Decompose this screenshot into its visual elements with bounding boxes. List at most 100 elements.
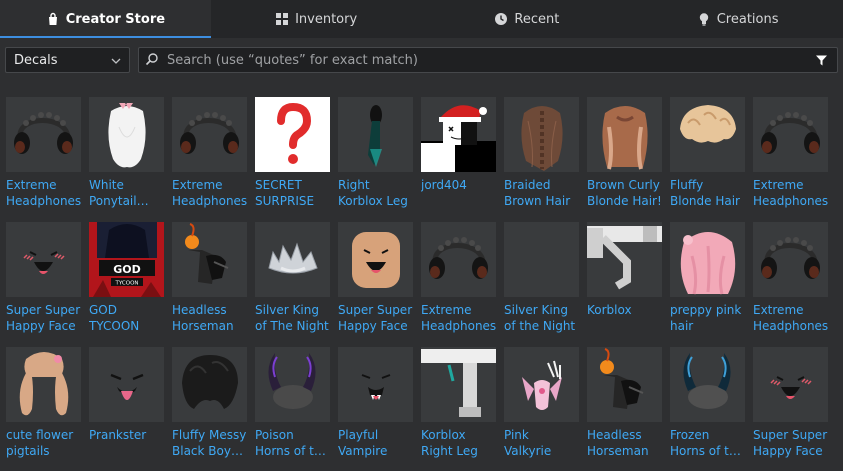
- asset-thumbnail: [587, 347, 662, 422]
- asset-card[interactable]: Silver King of The Night: [255, 222, 330, 334]
- asset-card[interactable]: Headless Horseman: [172, 222, 247, 334]
- asset-name[interactable]: Pink Valkyrie: [504, 427, 579, 459]
- asset-card[interactable]: Extreme Headphones: [172, 97, 247, 209]
- asset-card[interactable]: Extreme Headphones: [753, 97, 828, 209]
- asset-name[interactable]: SECRET SURPRISE: [255, 177, 330, 209]
- asset-card[interactable]: cute flower pigtails: [6, 347, 81, 459]
- asset-thumbnail: [89, 347, 164, 422]
- asset-name[interactable]: preppy pink hair: [670, 302, 745, 334]
- asset-card[interactable]: Playful Vampire: [338, 347, 413, 459]
- category-dropdown[interactable]: Decals: [5, 47, 130, 73]
- asset-thumbnail: [255, 97, 330, 172]
- asset-card[interactable]: Fluffy Messy Black Boy Hair: [172, 347, 247, 459]
- asset-name[interactable]: Braided Brown Hair: [504, 177, 579, 209]
- asset-name[interactable]: Korblox: [587, 302, 662, 334]
- asset-name[interactable]: Headless Horseman: [587, 427, 662, 459]
- search-toolbar: Decals: [5, 47, 838, 75]
- asset-name[interactable]: jord404: [421, 177, 496, 209]
- asset-name[interactable]: Silver King of the Night: [504, 302, 579, 334]
- asset-card[interactable]: jord404: [421, 97, 496, 209]
- asset-card[interactable]: Brown Curly Blonde Hair!: [587, 97, 662, 209]
- asset-name[interactable]: White Ponytail Hair: [89, 177, 164, 209]
- asset-thumbnail: [172, 347, 247, 422]
- lightbulb-icon: [697, 12, 711, 26]
- asset-tabs: Creator Store Inventory Recent Creations: [0, 0, 843, 38]
- asset-name[interactable]: Fluffy Blonde Hair: [670, 177, 745, 209]
- asset-thumbnail: [338, 97, 413, 172]
- tab-creations[interactable]: Creations: [632, 0, 843, 38]
- asset-card[interactable]: SECRET SURPRISE: [255, 97, 330, 209]
- asset-name[interactable]: Super Super Happy Face: [338, 302, 413, 334]
- category-value: Decals: [14, 52, 58, 68]
- asset-name[interactable]: Brown Curly Blonde Hair!: [587, 177, 662, 209]
- asset-card[interactable]: Right Korblox Leg: [338, 97, 413, 209]
- tab-creator-store[interactable]: Creator Store: [0, 0, 211, 38]
- asset-card[interactable]: preppy pink hair: [670, 222, 745, 334]
- asset-name[interactable]: Silver King of The Night: [255, 302, 330, 334]
- asset-card[interactable]: Poison Horns of the Night: [255, 347, 330, 459]
- search-input[interactable]: [159, 51, 811, 69]
- tab-label: Creations: [716, 11, 779, 27]
- asset-thumbnail: [753, 347, 828, 422]
- search-icon: [145, 51, 159, 70]
- tab-recent[interactable]: Recent: [422, 0, 633, 38]
- asset-card[interactable]: Korblox Right Leg: [421, 347, 496, 459]
- asset-thumbnail: [504, 97, 579, 172]
- asset-card[interactable]: Fluffy Blonde Hair: [670, 97, 745, 209]
- tab-inventory[interactable]: Inventory: [211, 0, 422, 38]
- asset-name[interactable]: Super Super Happy Face: [6, 302, 81, 334]
- asset-thumbnail: [338, 347, 413, 422]
- asset-thumbnail: [6, 347, 81, 422]
- asset-card[interactable]: Pink Valkyrie: [504, 347, 579, 459]
- asset-name[interactable]: Super Super Happy Face: [753, 427, 828, 459]
- asset-card[interactable]: Extreme Headphones: [421, 222, 496, 334]
- clock-icon: [494, 12, 508, 26]
- asset-card[interactable]: Korblox: [587, 222, 662, 334]
- asset-name[interactable]: Extreme Headphones: [6, 177, 81, 209]
- asset-name[interactable]: Poison Horns of the Night: [255, 427, 330, 459]
- asset-name[interactable]: Right Korblox Leg: [338, 177, 413, 209]
- asset-card[interactable]: Extreme Headphones: [753, 222, 828, 334]
- asset-thumbnail: [89, 97, 164, 172]
- filter-icon[interactable]: [811, 50, 831, 70]
- asset-card[interactable]: Frozen Horns of the Night: [670, 347, 745, 459]
- asset-name[interactable]: Prankster: [89, 427, 164, 459]
- asset-name[interactable]: Fluffy Messy Black Boy Hair: [172, 427, 247, 459]
- asset-thumbnail: [753, 97, 828, 172]
- asset-name[interactable]: Playful Vampire: [338, 427, 413, 459]
- asset-thumbnail: [504, 347, 579, 422]
- tab-label: Inventory: [295, 11, 358, 27]
- asset-card[interactable]: Super Super Happy Face: [338, 222, 413, 334]
- asset-card[interactable]: Super Super Happy Face: [753, 347, 828, 459]
- asset-thumbnail: [421, 347, 496, 422]
- asset-thumbnail: [421, 97, 496, 172]
- svg-text:GOD: GOD: [113, 263, 141, 276]
- search-bar: [138, 47, 838, 73]
- asset-card[interactable]: GOD TYCOON GOD TYCOON: [89, 222, 164, 334]
- asset-thumbnail: [753, 222, 828, 297]
- asset-thumbnail: [6, 222, 81, 297]
- asset-card[interactable]: Prankster: [89, 347, 164, 459]
- asset-card[interactable]: Silver King of the Night: [504, 222, 579, 334]
- asset-thumbnail: [255, 347, 330, 422]
- svg-text:TYCOON: TYCOON: [114, 281, 138, 287]
- asset-thumbnail: [338, 222, 413, 297]
- asset-card[interactable]: Braided Brown Hair: [504, 97, 579, 209]
- asset-name[interactable]: Extreme Headphones: [753, 302, 828, 334]
- asset-name[interactable]: Headless Horseman: [172, 302, 247, 334]
- asset-thumbnail: [587, 222, 662, 297]
- asset-card[interactable]: Extreme Headphones: [6, 97, 81, 209]
- asset-name[interactable]: Frozen Horns of the Night: [670, 427, 745, 459]
- asset-card[interactable]: Super Super Happy Face: [6, 222, 81, 334]
- asset-thumbnail: [504, 222, 579, 297]
- asset-card[interactable]: White Ponytail Hair: [89, 97, 164, 209]
- chevron-down-icon: [111, 53, 121, 68]
- asset-name[interactable]: GOD TYCOON: [89, 302, 164, 334]
- asset-name[interactable]: Korblox Right Leg: [421, 427, 496, 459]
- asset-thumbnail: [670, 347, 745, 422]
- asset-name[interactable]: cute flower pigtails: [6, 427, 81, 459]
- asset-card[interactable]: Headless Horseman: [587, 347, 662, 459]
- asset-name[interactable]: Extreme Headphones: [172, 177, 247, 209]
- asset-name[interactable]: Extreme Headphones: [753, 177, 828, 209]
- asset-name[interactable]: Extreme Headphones: [421, 302, 496, 334]
